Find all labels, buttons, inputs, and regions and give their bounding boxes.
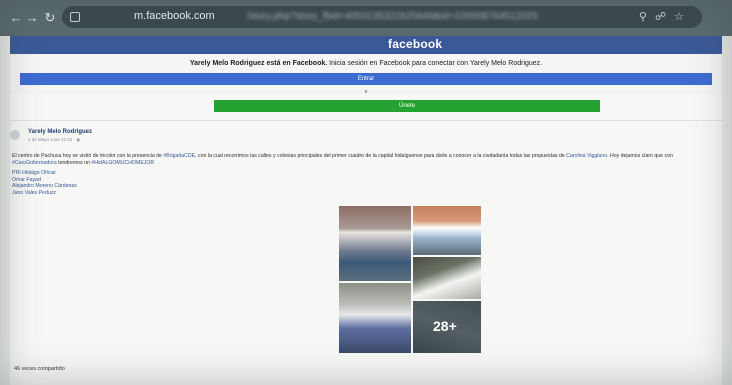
more-photos-count: 28+ <box>433 318 457 334</box>
mention-link[interactable]: PRI Hidalgo Oficial <box>12 170 77 177</box>
hashtag-link[interactable]: #BrigadaCDE <box>163 153 195 159</box>
post-text: El centro de Pachuca hoy se vistió de tr… <box>12 153 673 166</box>
globe-icon: ◉ <box>76 137 81 142</box>
mention-link[interactable]: Jano Vales Peduzz <box>12 190 77 197</box>
or-separator: o <box>364 89 368 95</box>
browser-window: ← → ↻ m.facebook.com /story.php?story_fb… <box>0 0 732 385</box>
lock-icon <box>70 12 80 22</box>
url-domain: m.facebook.com <box>134 10 215 22</box>
photo[interactable] <box>339 283 411 353</box>
facebook-logo[interactable]: facebook <box>388 37 442 51</box>
mention-link[interactable]: Alejandro Moreno Cárdenas <box>12 183 77 190</box>
url-path: /story.php?story_fbid=4053135322625649&i… <box>247 11 538 22</box>
page-content: facebook Yarely Melo Rodriguez está en F… <box>10 36 722 385</box>
omnibox-actions[interactable]: ⚲☍☆ <box>639 10 692 23</box>
divider <box>10 120 722 121</box>
search-icon[interactable]: ⚲ <box>639 11 655 23</box>
photo[interactable] <box>339 206 411 281</box>
banner-text: Yarely Melo Rodriguez está en Facebook. … <box>10 60 722 67</box>
post-author[interactable]: Yarely Melo Rodriguez <box>28 129 92 135</box>
address-bar[interactable]: m.facebook.com /story.php?story_fbid=405… <box>62 6 702 28</box>
avatar[interactable] <box>10 130 20 140</box>
photo-gallery: 28+ <box>339 206 481 353</box>
forward-icon[interactable]: → <box>24 10 40 26</box>
post: Yarely Melo Rodriguez 4 de Mayo a las 22… <box>10 126 722 385</box>
banner-title-bold: Yarely Melo Rodriguez está en Facebook. <box>189 60 328 67</box>
photo-more[interactable]: 28+ <box>413 301 481 353</box>
mentions-list: PRI Hidalgo Oficial Omar Fayad Alejandro… <box>12 170 77 196</box>
share-icon[interactable]: ☍ <box>655 11 674 23</box>
login-button[interactable]: Entrar <box>20 73 712 85</box>
top-bar: facebook <box>10 36 722 54</box>
post-timestamp[interactable]: 4 de Mayo a las 22:10 · ◉ <box>28 137 80 143</box>
hashtag-link[interactable]: #HidALGOMUCHOMEJOR <box>91 160 154 166</box>
banner-title-rest: Inicia sesión en Facebook para conectar … <box>327 60 543 67</box>
join-button[interactable]: Únete <box>214 100 600 112</box>
hashtag-link[interactable]: #CaroGobernadora <box>12 160 57 166</box>
back-icon[interactable]: ← <box>8 10 24 26</box>
share-count[interactable]: 46 veces compartido <box>14 366 65 372</box>
photo[interactable] <box>413 206 481 255</box>
photo[interactable] <box>413 257 481 299</box>
profile-link[interactable]: Carolina Viggiano <box>566 153 607 159</box>
browser-toolbar: ← → ↻ m.facebook.com /story.php?story_fb… <box>0 0 732 36</box>
reload-icon[interactable]: ↻ <box>42 10 58 26</box>
mention-link[interactable]: Omar Fayad <box>12 177 77 184</box>
star-icon[interactable]: ☆ <box>674 11 692 23</box>
